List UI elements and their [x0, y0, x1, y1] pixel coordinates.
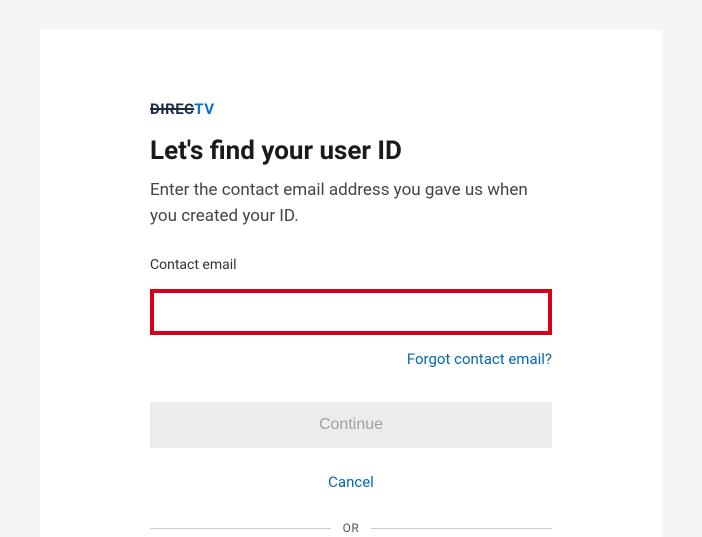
page-subtitle: Enter the contact email address you gave…	[150, 178, 552, 229]
login-card: DIRECTV Let's find your user ID Enter th…	[40, 30, 662, 537]
divider-line-right	[371, 528, 552, 529]
page-title: Let's find your user ID	[150, 136, 552, 166]
email-input-wrap	[150, 289, 552, 335]
divider-line-left	[150, 528, 331, 529]
contact-email-input[interactable]	[150, 289, 552, 335]
continue-button[interactable]: Continue	[150, 402, 552, 448]
divider-text: OR	[343, 521, 360, 535]
forgot-contact-email-link[interactable]: Forgot contact email?	[407, 350, 552, 368]
logo-part-tv: TV	[194, 100, 214, 118]
directv-logo: DIRECTV	[150, 100, 552, 118]
cancel-link[interactable]: Cancel	[328, 473, 374, 491]
divider: OR	[150, 521, 552, 535]
email-label: Contact email	[150, 257, 552, 273]
logo-part-direc: DIREC	[150, 100, 194, 118]
